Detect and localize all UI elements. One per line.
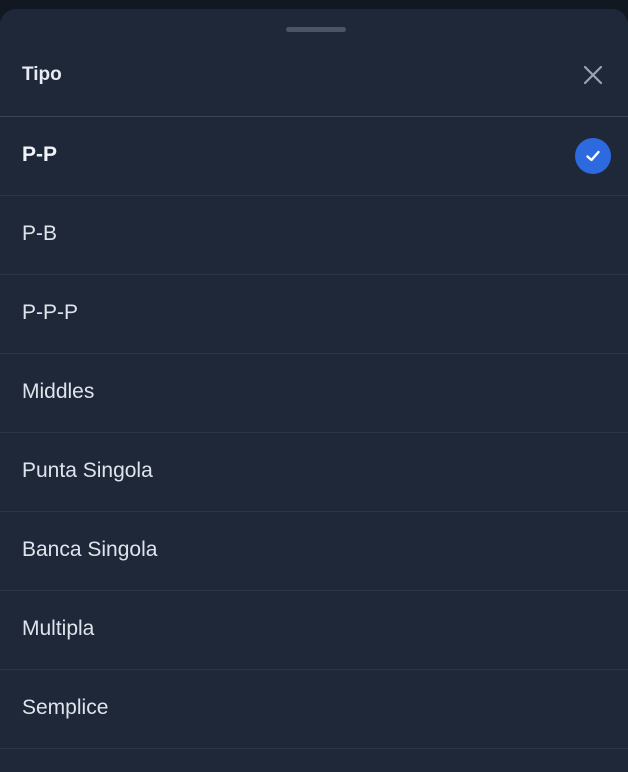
option-multipla[interactable]: Multipla — [0, 591, 628, 670]
drag-handle[interactable] — [286, 27, 346, 32]
option-p-p-p[interactable]: P-P-P — [0, 275, 628, 354]
option-label: Middles — [22, 380, 95, 403]
option-p-b[interactable]: P-B — [0, 196, 628, 275]
option-label: P-B — [22, 222, 58, 245]
option-semplice[interactable]: Semplice — [0, 670, 628, 749]
option-label: Banca Singola — [22, 538, 158, 561]
option-banca-singola[interactable]: Banca Singola — [0, 512, 628, 591]
option-p-p[interactable]: P-P — [0, 117, 628, 196]
type-option-list: P-P P-B P-P-P Middles Punta Singola Banc… — [0, 117, 628, 749]
option-punta-singola[interactable]: Punta Singola — [0, 433, 628, 512]
option-label: P-P — [22, 143, 58, 166]
option-label: P-P-P — [22, 301, 79, 324]
option-label: Semplice — [22, 696, 109, 719]
bottom-sheet: Tipo P-P P-B P-P-P Middles Punta Singola… — [0, 9, 628, 772]
sheet-header: Tipo — [0, 38, 628, 117]
close-icon — [583, 65, 603, 85]
option-label: Multipla — [22, 617, 95, 640]
check-icon — [586, 150, 600, 162]
close-button[interactable] — [578, 60, 608, 90]
option-middles[interactable]: Middles — [0, 354, 628, 433]
option-label: Punta Singola — [22, 459, 153, 482]
sheet-title: Tipo — [22, 64, 62, 85]
selected-check — [575, 138, 611, 174]
